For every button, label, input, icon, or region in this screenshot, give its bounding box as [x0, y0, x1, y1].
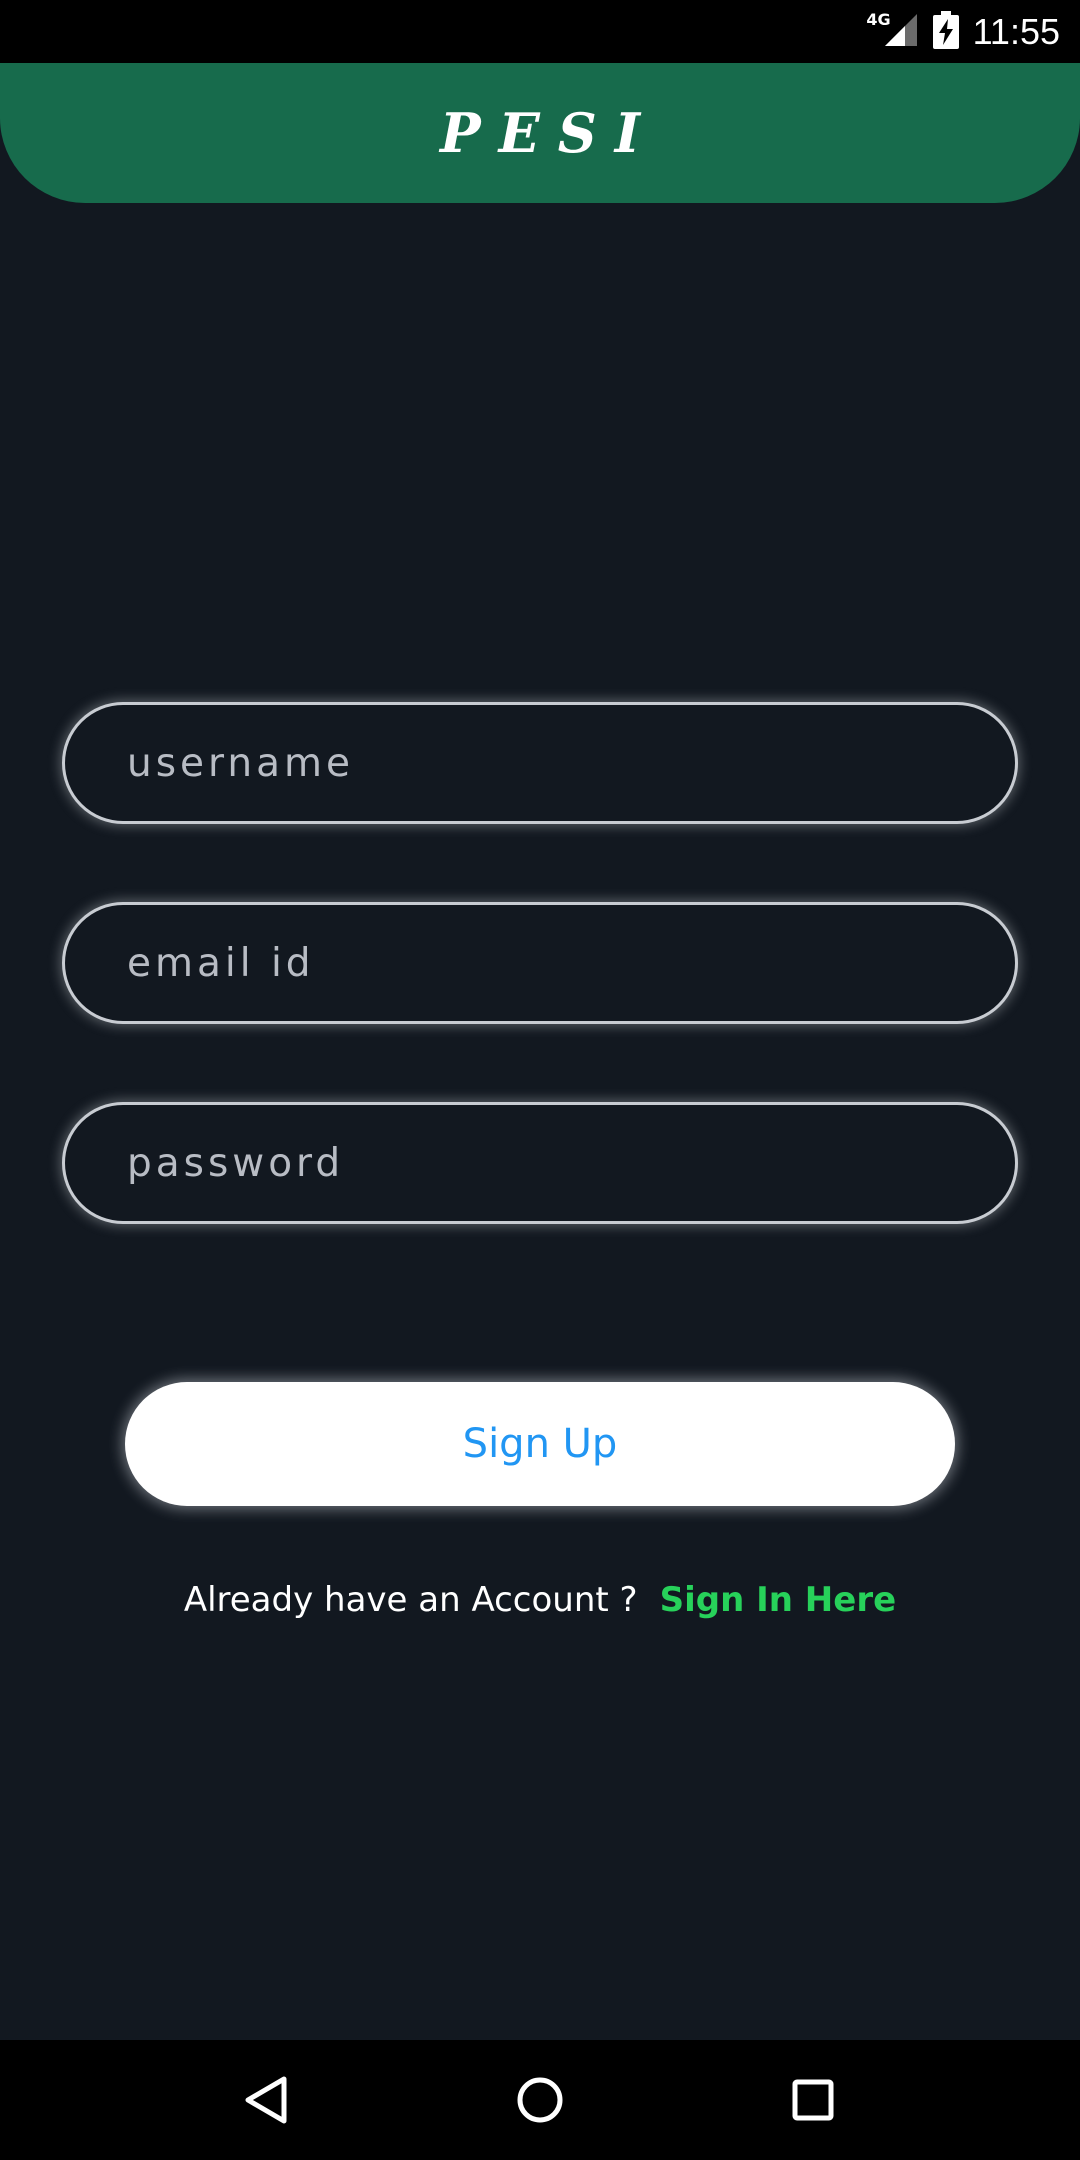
navigation-bar	[0, 2040, 1080, 2160]
status-bar: 4G 11:55	[0, 0, 1080, 63]
username-input[interactable]	[65, 705, 1015, 821]
back-icon[interactable]	[227, 2060, 307, 2140]
recents-icon[interactable]	[773, 2060, 853, 2140]
email-input[interactable]	[65, 905, 1015, 1021]
sign-in-link[interactable]: Sign In Here	[660, 1580, 897, 1620]
sign-in-prompt-row: Already have an Account ? Sign In Here	[0, 1580, 1080, 1620]
password-input[interactable]	[65, 1105, 1015, 1221]
email-field-container	[62, 902, 1018, 1024]
sign-up-button[interactable]: Sign Up	[125, 1382, 955, 1506]
signup-screen: 4G 11:55 PESI Sign Up Already ha	[0, 0, 1080, 2160]
username-field-container	[62, 702, 1018, 824]
clock: 11:55	[972, 10, 1060, 52]
app-header: PESI	[0, 63, 1080, 203]
network-type: 4G	[866, 10, 891, 29]
sign-in-prompt-text: Already have an Account ?	[183, 1580, 638, 1620]
battery-charging-icon	[932, 10, 959, 53]
password-field-container	[62, 1102, 1018, 1224]
home-icon[interactable]	[500, 2060, 580, 2140]
app-title: PESI	[439, 101, 659, 165]
